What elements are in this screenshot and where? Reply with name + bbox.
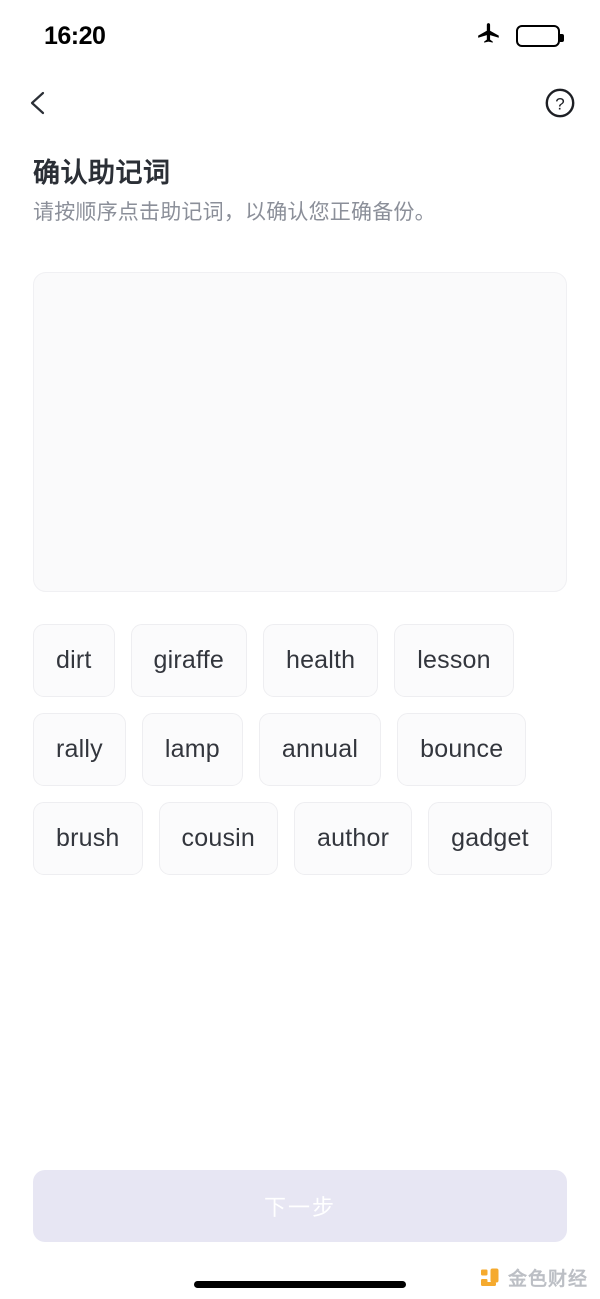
airplane-mode-icon — [476, 21, 502, 52]
word-chip[interactable]: dirt — [33, 624, 115, 697]
page-heading: 确认助记词 请按顺序点击助记词，以确认您正确备份。 — [33, 156, 570, 227]
watermark: 金色财经 — [478, 1264, 588, 1291]
home-indicator[interactable] — [194, 1281, 406, 1288]
next-button[interactable]: 下一步 — [33, 1170, 567, 1242]
selected-words-area[interactable] — [33, 272, 567, 592]
word-chip[interactable]: brush — [33, 802, 143, 875]
status-time: 16:20 — [44, 21, 106, 50]
word-chip[interactable]: health — [262, 624, 379, 697]
page-title: 确认助记词 — [33, 158, 171, 188]
battery-low-power-icon — [516, 25, 564, 47]
word-chip[interactable]: gadget — [428, 802, 552, 875]
word-chip[interactable]: author — [294, 802, 413, 875]
watermark-text: 金色财经 — [507, 1269, 588, 1290]
word-chip[interactable]: rally — [33, 713, 126, 786]
question-circle-icon: ? — [544, 87, 576, 122]
back-button[interactable] — [14, 80, 62, 128]
chevron-left-icon — [25, 88, 51, 121]
page-subtitle: 请按顺序点击助记词，以确认您正确备份。 — [33, 201, 436, 224]
navigation-bar: ? — [0, 78, 600, 134]
app-screen: 16:20 ? 确认助记词 请按顺序点击助记词，以确认您正确备份。 dirt g… — [0, 0, 600, 1299]
word-chip[interactable]: bounce — [397, 713, 527, 786]
jinse-logo-icon — [478, 1266, 502, 1290]
status-indicators — [476, 21, 564, 52]
word-chip[interactable]: annual — [258, 713, 382, 786]
svg-text:?: ? — [555, 94, 564, 113]
status-bar: 16:20 — [0, 0, 600, 72]
word-chip[interactable]: lesson — [394, 624, 514, 697]
help-button[interactable]: ? — [538, 82, 582, 126]
word-chip[interactable]: cousin — [158, 802, 279, 875]
word-pool: dirt giraffe health lesson rally lamp annual bo… — [33, 624, 567, 875]
word-chip[interactable]: giraffe — [130, 624, 247, 697]
word-chip[interactable]: lamp — [141, 713, 243, 786]
